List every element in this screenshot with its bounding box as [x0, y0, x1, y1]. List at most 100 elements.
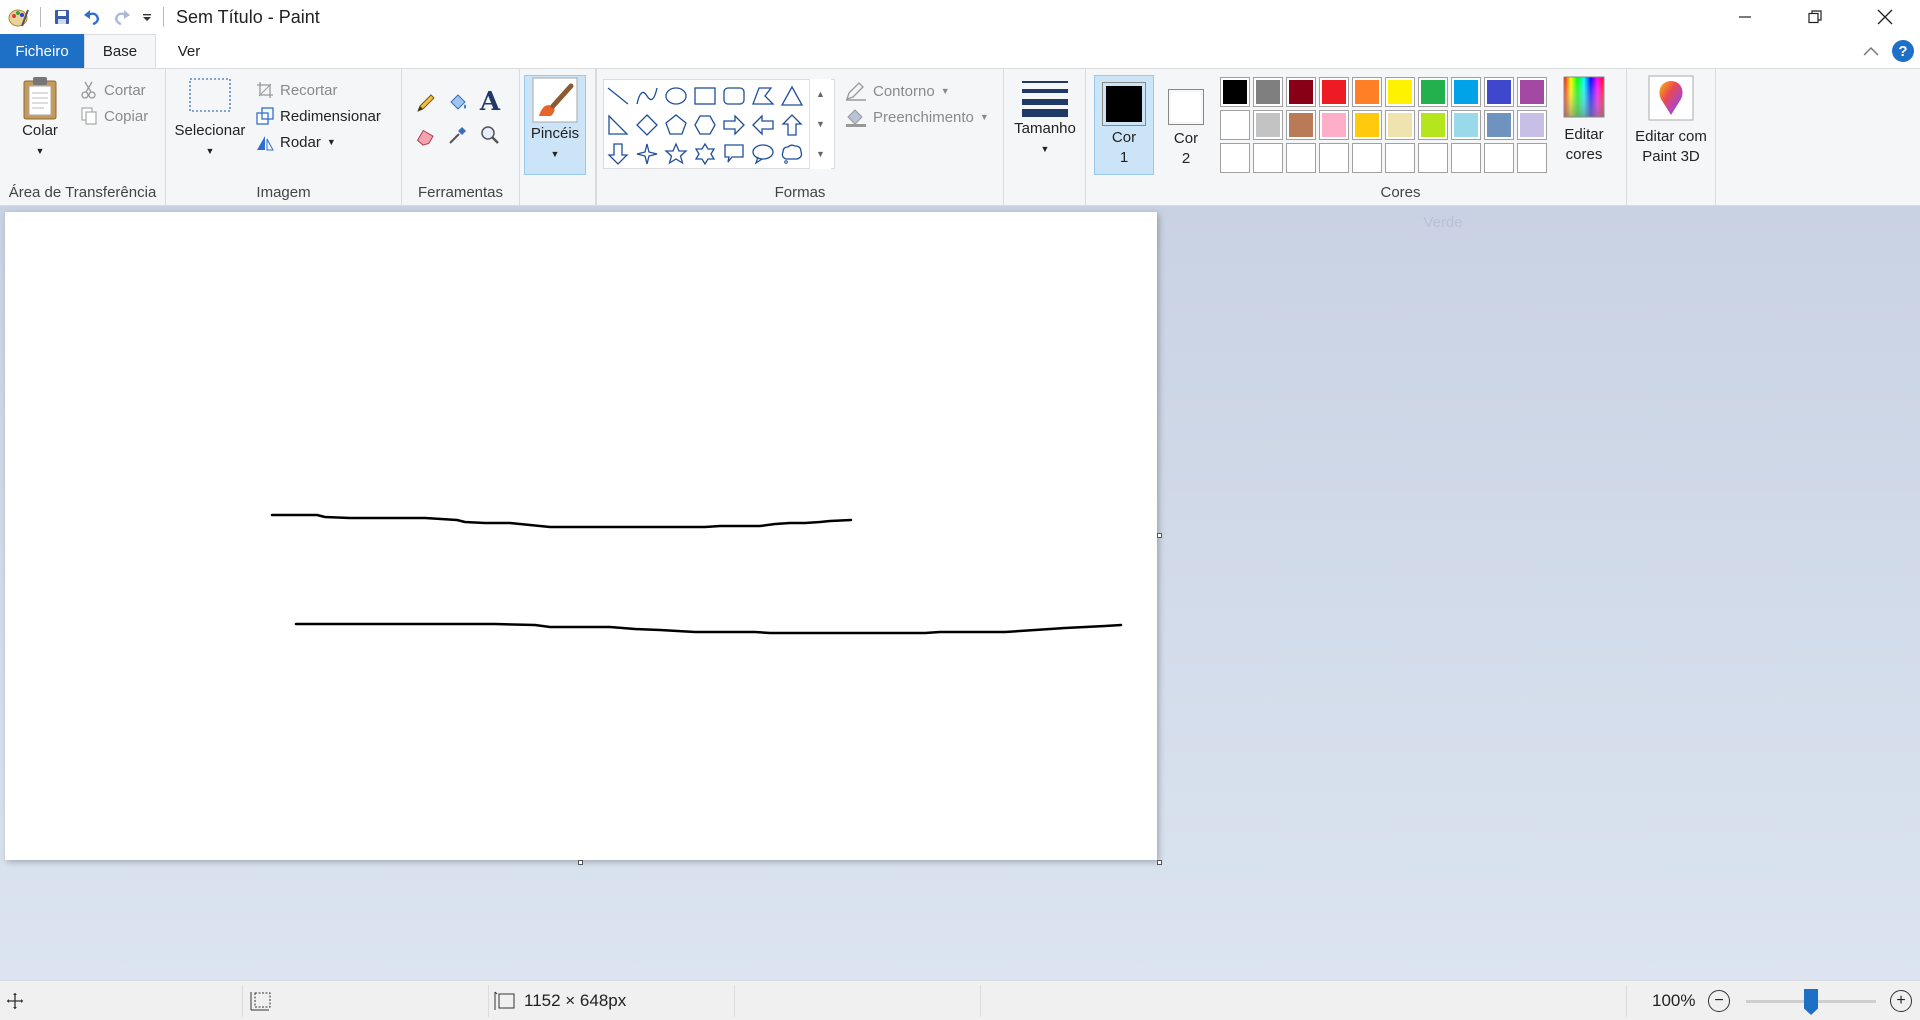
paint-app-icon[interactable]	[4, 2, 34, 32]
shape-rounded-rectangle[interactable]	[720, 82, 748, 110]
size-button[interactable]: Tamanho ▼	[1010, 75, 1080, 159]
palette-color-r2-c8[interactable]	[1451, 110, 1481, 140]
palette-color-r1-c7[interactable]	[1418, 77, 1448, 107]
shape-line[interactable]	[604, 82, 632, 110]
shape-down-arrow[interactable]	[604, 140, 632, 168]
pencil-icon[interactable]	[412, 89, 440, 117]
palette-color-r1-c9[interactable]	[1484, 77, 1514, 107]
palette-color-r1-c5[interactable]	[1352, 77, 1382, 107]
palette-color-r3-c6[interactable]	[1385, 143, 1415, 173]
customize-qat-icon[interactable]	[137, 2, 157, 32]
shape-rectangle[interactable]	[691, 82, 719, 110]
palette-color-r2-c7[interactable]	[1418, 110, 1448, 140]
palette-color-r3-c5[interactable]	[1352, 143, 1382, 173]
palette-color-r1-c2[interactable]	[1253, 77, 1283, 107]
select-button[interactable]: Selecionar ▼	[172, 75, 248, 161]
tab-file[interactable]: Ficheiro	[0, 34, 84, 68]
palette-color-r1-c6[interactable]	[1385, 77, 1415, 107]
paint3d-icon	[1648, 75, 1694, 121]
shape-polygon[interactable]	[749, 82, 777, 110]
edit-paint3d-button[interactable]: Editar com Paint 3D	[1627, 75, 1715, 167]
resize-button[interactable]: Redimensionar	[256, 107, 381, 125]
restore-button[interactable]	[1780, 0, 1850, 34]
palette-color-r2-c6[interactable]	[1385, 110, 1415, 140]
shape-right-triangle[interactable]	[604, 111, 632, 139]
text-tool-icon[interactable]: A	[476, 87, 504, 117]
shape-right-arrow[interactable]	[720, 111, 748, 139]
shape-pentagon[interactable]	[662, 111, 690, 139]
shape-six-point-star[interactable]	[691, 140, 719, 168]
palette-color-r2-c4[interactable]	[1319, 110, 1349, 140]
rotate-button[interactable]: Rodar ▼	[256, 133, 336, 151]
cut-button[interactable]: Cortar	[80, 81, 146, 99]
palette-color-r3-c10[interactable]	[1517, 143, 1547, 173]
shape-cloud-callout[interactable]	[778, 140, 806, 168]
edit-colors-button[interactable]: Editar cores	[1546, 75, 1622, 165]
shape-diamond[interactable]	[633, 111, 661, 139]
palette-color-r2-c10[interactable]	[1517, 110, 1547, 140]
color1-button[interactable]: Cor 1	[1094, 75, 1154, 175]
shape-rounded-callout[interactable]	[720, 140, 748, 168]
resize-handle-bottom[interactable]	[578, 860, 583, 865]
palette-color-r1-c3[interactable]	[1286, 77, 1316, 107]
minimize-button[interactable]	[1710, 0, 1780, 34]
palette-color-r3-c9[interactable]	[1484, 143, 1514, 173]
palette-color-r3-c2[interactable]	[1253, 143, 1283, 173]
shapes-scroll-up-icon[interactable]: ▲	[816, 89, 825, 99]
shape-five-point-star[interactable]	[662, 140, 690, 168]
tab-home[interactable]: Base	[84, 34, 156, 68]
color2-button[interactable]: Cor 2	[1156, 75, 1216, 175]
palette-color-r3-c3[interactable]	[1286, 143, 1316, 173]
shapes-scrollbar[interactable]: ▲ ▼ ▼	[809, 79, 831, 169]
redo-icon[interactable]	[107, 2, 137, 32]
palette-color-r1-c4[interactable]	[1319, 77, 1349, 107]
shape-triangle[interactable]	[778, 82, 806, 110]
magnifier-icon[interactable]	[476, 121, 504, 149]
resize-handle-right[interactable]	[1157, 533, 1162, 538]
palette-color-r3-c4[interactable]	[1319, 143, 1349, 173]
palette-color-r2-c9[interactable]	[1484, 110, 1514, 140]
line-size-icon	[1022, 81, 1068, 117]
shape-four-point-star[interactable]	[633, 140, 661, 168]
palette-color-r2-c3[interactable]	[1286, 110, 1316, 140]
save-icon[interactable]	[47, 2, 77, 32]
zoom-out-button[interactable]: −	[1708, 990, 1730, 1012]
fill-bucket-icon[interactable]	[444, 89, 472, 117]
shape-curve[interactable]	[633, 82, 661, 110]
palette-color-r1-c8[interactable]	[1451, 77, 1481, 107]
shape-up-arrow[interactable]	[778, 111, 806, 139]
outline-button[interactable]: Contorno ▼	[845, 81, 950, 101]
drawing-canvas[interactable]	[5, 212, 1157, 860]
tab-view[interactable]: Ver	[156, 34, 222, 68]
shapes-expand-icon[interactable]: ▼	[816, 149, 825, 159]
scissors-icon	[81, 81, 96, 99]
shape-oval[interactable]	[662, 82, 690, 110]
brushes-button[interactable]: Pincéis ▼	[524, 75, 586, 175]
collapse-ribbon-icon[interactable]	[1860, 40, 1882, 62]
crop-button[interactable]: Recortar	[256, 81, 338, 99]
paste-button[interactable]: Colar ▼	[12, 75, 68, 161]
help-icon[interactable]: ?	[1892, 40, 1914, 62]
palette-color-r2-c5[interactable]	[1352, 110, 1382, 140]
eraser-icon[interactable]	[412, 121, 440, 149]
shapes-scroll-down-icon[interactable]: ▼	[816, 119, 825, 129]
palette-color-r1-c10[interactable]	[1517, 77, 1547, 107]
zoom-in-button[interactable]: +	[1890, 990, 1912, 1012]
color-picker-icon[interactable]	[444, 121, 472, 149]
resize-handle-corner[interactable]	[1157, 860, 1162, 865]
shape-hexagon[interactable]	[691, 111, 719, 139]
zoom-slider-thumb[interactable]	[1804, 989, 1818, 1015]
palette-color-r1-c1[interactable]	[1220, 77, 1250, 107]
palette-color-r3-c8[interactable]	[1451, 143, 1481, 173]
palette-color-r3-c1[interactable]	[1220, 143, 1250, 173]
close-button[interactable]	[1850, 0, 1920, 34]
shape-left-arrow[interactable]	[749, 111, 777, 139]
undo-icon[interactable]	[77, 2, 107, 32]
copy-button[interactable]: Copiar	[80, 107, 148, 125]
work-area[interactable]: Verde	[0, 206, 1920, 980]
shape-oval-callout[interactable]	[749, 140, 777, 168]
palette-color-r2-c1[interactable]	[1220, 110, 1250, 140]
fill-button[interactable]: Preenchimento ▼	[845, 107, 989, 127]
palette-color-r2-c2[interactable]	[1253, 110, 1283, 140]
palette-color-r3-c7[interactable]	[1418, 143, 1448, 173]
